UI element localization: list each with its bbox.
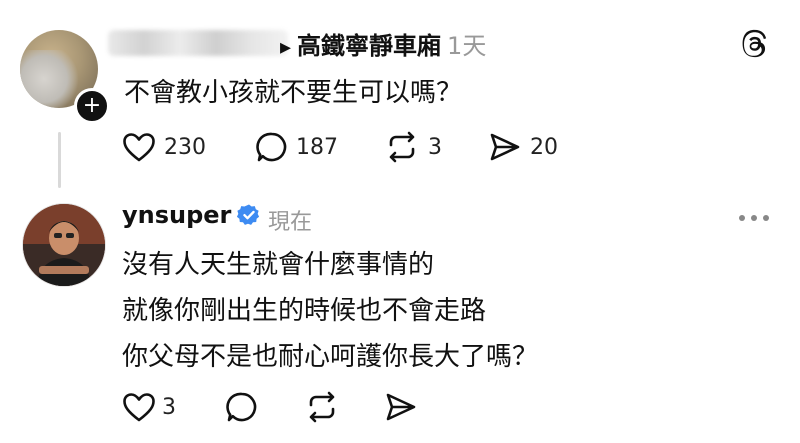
comment-count: 187	[296, 134, 338, 160]
like-button[interactable]: 230	[122, 130, 206, 164]
heart-icon	[122, 132, 156, 162]
threads-logo-icon[interactable]	[738, 28, 770, 60]
author-username[interactable]: ynsuper	[122, 201, 231, 229]
ynsuper-avatar[interactable]	[22, 203, 106, 287]
repost-icon	[304, 391, 340, 423]
reply-to-arrow-icon: ▸	[280, 35, 292, 60]
author-name-redacted	[108, 30, 288, 56]
more-dots-icon[interactable]	[738, 214, 770, 222]
channel-name[interactable]: 高鐵寧靜車廂	[297, 26, 441, 61]
follow-plus-button[interactable]: +	[74, 88, 110, 124]
post-body-line-3: 你父母不是也耐心呵護你長大了嗎？	[122, 342, 539, 372]
post-time: 現在	[268, 210, 313, 235]
comment-button[interactable]: 187	[256, 130, 338, 164]
send-icon	[384, 391, 418, 423]
like-button[interactable]: 3	[122, 390, 176, 424]
like-count: 3	[162, 394, 176, 420]
share-button[interactable]	[384, 390, 418, 424]
thread-connector-line	[58, 132, 61, 188]
comment-button[interactable]	[226, 390, 258, 424]
like-count: 230	[164, 134, 206, 160]
heart-icon	[122, 392, 156, 422]
repost-button[interactable]	[304, 390, 340, 424]
repost-button[interactable]: 3	[384, 130, 442, 164]
share-button[interactable]: 20	[488, 130, 558, 164]
repost-count: 3	[428, 134, 442, 160]
repost-icon	[384, 131, 420, 163]
post-body: 不會教小孩就不要生可以嗎？	[124, 78, 463, 108]
post-body-line-1: 沒有人天生就會什麼事情的	[122, 250, 435, 280]
post-body-line-2: 就像你剛出生的時候也不會走路	[122, 296, 487, 326]
comment-bubble-icon	[226, 391, 258, 423]
send-icon	[488, 131, 522, 163]
post-time: 1天	[447, 32, 487, 60]
comment-bubble-icon	[256, 131, 288, 163]
verified-badge-icon	[237, 204, 260, 225]
post-header: ▸ 高鐵寧靜車廂 1天	[280, 26, 486, 61]
post-author: ynsuper	[122, 201, 261, 229]
share-count: 20	[530, 134, 558, 160]
